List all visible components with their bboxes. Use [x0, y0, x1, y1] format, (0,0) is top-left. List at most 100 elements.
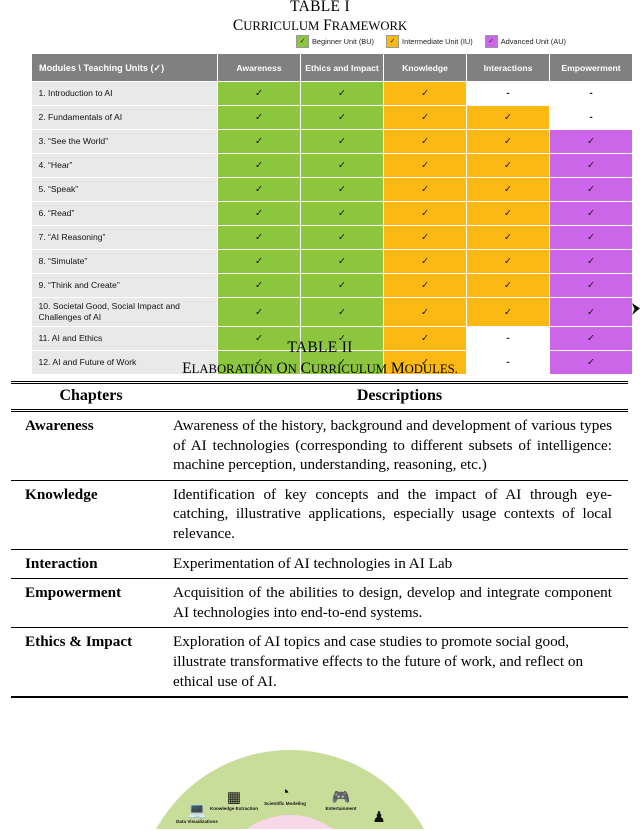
check-icon: ✓: [421, 184, 429, 196]
table2-caption: ELABORATION ON CURRICULUM MODULES.: [0, 360, 640, 378]
table-row: 1. Introduction to AI ✓ ✓ ✓ - -: [31, 81, 633, 106]
cell-check-bu: ✓: [300, 177, 384, 202]
table2-number-text: TABLE II: [287, 339, 353, 356]
chapter-description: Exploration of AI topics and case studie…: [171, 627, 628, 699]
table1-number: TABLE I: [0, 0, 640, 15]
figure-icon-glyph: 🎮: [331, 789, 351, 806]
table-row: Knowledge Identification of key concepts …: [11, 480, 628, 550]
cell-check-iu: ✓: [383, 273, 467, 298]
cell-check-au: ✓: [549, 297, 633, 327]
cell-check-au: ✓: [549, 153, 633, 178]
figure-icon-label: Scientific Modeling: [264, 801, 306, 806]
cell-check-iu: ✓: [466, 177, 550, 202]
module-label: 8. “Simulate”: [31, 249, 218, 274]
table1-col-header-4: Interactions: [466, 53, 550, 82]
module-label: 2. Fundamentals of AI: [31, 105, 218, 130]
check-icon: ✓: [421, 112, 429, 124]
check-icon: ✓: [504, 160, 512, 172]
cell-empty: -: [549, 105, 633, 130]
cell-check-bu: ✓: [217, 177, 301, 202]
check-icon: ✓: [587, 306, 595, 318]
cell-check-bu: ✓: [217, 297, 301, 327]
table1-container: Modules \ Teaching Units (✓) Awareness Eth…: [31, 53, 633, 375]
cell-check-bu: ✓: [300, 81, 384, 106]
table1-caption: CURRICULUM FRAMEWORK: [0, 16, 640, 36]
check-icon: ✓: [421, 88, 429, 100]
check-icon: ✓: [504, 306, 512, 318]
gamepad-icon: 🎮 Entertainment: [312, 790, 370, 811]
table-row: 9. “Think and Create” ✓ ✓ ✓ ✓ ✓: [31, 273, 633, 298]
dash-mark: -: [589, 88, 593, 99]
cell-check-bu: ✓: [300, 225, 384, 250]
module-label: 10. Societal Good, Social Impact and Cha…: [31, 297, 218, 327]
curriculum-modules-table: Chapters Descriptions Awareness Awareness…: [11, 381, 628, 699]
check-icon: ✓: [421, 160, 429, 172]
cell-check-iu: ✓: [383, 225, 467, 250]
check-icon: ✓: [504, 136, 512, 148]
check-icon: ✓: [587, 256, 595, 268]
cell-check-iu: ✓: [383, 297, 467, 327]
chapter-description: Experimentation of AI technologies in AI…: [171, 549, 628, 580]
cell-check-iu: ✓: [383, 105, 467, 130]
table-row: 2. Fundamentals of AI ✓ ✓ ✓ ✓ -: [31, 105, 633, 130]
check-icon: ✓: [421, 256, 429, 268]
cell-check-iu: ✓: [383, 177, 467, 202]
chapter-name: Ethics & Impact: [11, 627, 171, 699]
cell-check-bu: ✓: [300, 201, 384, 226]
cell-check-au: ✓: [549, 201, 633, 226]
cell-check-iu: ✓: [383, 81, 467, 106]
table1-col-header-1: Awareness: [217, 53, 301, 82]
check-icon: ✓: [587, 160, 595, 172]
module-label: 7. “AI Reasoning”: [31, 225, 218, 250]
knowledge-extraction-icon: ▦ Knowledge Extraction: [205, 790, 263, 811]
table-row: 7. “AI Reasoning” ✓ ✓ ✓ ✓ ✓: [31, 225, 633, 250]
figure-icon-label: Data Visualizations: [176, 819, 218, 824]
check-icon: ✓: [255, 112, 263, 124]
table2-body: Awareness Awareness of the history, backg…: [11, 410, 628, 699]
cell-check-iu: ✓: [466, 201, 550, 226]
check-icon: ✓: [255, 160, 263, 172]
cell-check-au: ✓: [549, 225, 633, 250]
check-icon: ✓: [338, 280, 346, 292]
chapter-description: Acquisition of the abilities to design, …: [171, 578, 628, 629]
check-icon: ✓: [338, 232, 346, 244]
chapter-description: Awareness of the history, background and…: [171, 410, 628, 481]
cell-check-iu: ✓: [466, 129, 550, 154]
chapter-description: Identification of key concepts and the i…: [171, 480, 628, 550]
table-row: 5. “Speak” ✓ ✓ ✓ ✓ ✓: [31, 177, 633, 202]
table1-col-header-0: Modules \ Teaching Units (✓): [31, 53, 218, 82]
cell-check-bu: ✓: [217, 81, 301, 106]
table1-head: Modules \ Teaching Units (✓) Awareness Eth…: [31, 53, 633, 82]
check-icon: ✓: [338, 184, 346, 196]
table1-col-header-3: Knowledge: [383, 53, 467, 82]
cell-check-bu: ✓: [217, 225, 301, 250]
check-icon: ✓: [587, 232, 595, 244]
table-row: 10. Societal Good, Social Impact and Cha…: [31, 297, 633, 327]
check-icon: ✓: [255, 184, 263, 196]
cell-check-bu: ✓: [217, 201, 301, 226]
cell-check-bu: ✓: [300, 105, 384, 130]
cell-check-iu: ✓: [466, 297, 550, 327]
legend-swatch-check-icon: ✓: [484, 35, 498, 48]
check-icon: ✓: [421, 136, 429, 148]
table2-header-chapters: Chapters: [11, 381, 171, 412]
table1-col-header-2: Ethics and Impact: [300, 53, 384, 82]
cell-check-au: ✓: [549, 177, 633, 202]
check-icon: ✓: [587, 136, 595, 148]
check-icon: ✓: [338, 136, 346, 148]
figure-icon-glyph: ◔: [280, 784, 290, 801]
check-icon: ✓: [338, 112, 346, 124]
module-label: 3. “See the World”: [31, 129, 218, 154]
check-icon: ✓: [255, 136, 263, 148]
vr-headset-icon: ◔ Scientific Modeling: [256, 785, 314, 806]
table-row: 3. “See the World” ✓ ✓ ✓ ✓ ✓: [31, 129, 633, 154]
check-icon: ✓: [421, 306, 429, 318]
table2-number: TABLE II: [0, 339, 640, 357]
table1-legend: ✓ Beginner Unit (BU) ✓ Intermediate Unit (I…: [296, 35, 566, 48]
check-icon: ✓: [421, 232, 429, 244]
check-icon: ✓: [421, 280, 429, 292]
table2-header-descriptions: Descriptions: [171, 381, 628, 412]
cell-check-iu: ✓: [466, 249, 550, 274]
check-icon: ✓: [504, 232, 512, 244]
check-icon: ✓: [338, 306, 346, 318]
